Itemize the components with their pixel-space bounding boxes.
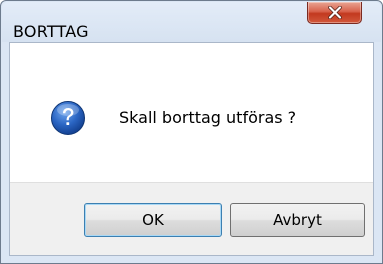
cancel-button[interactable]: Avbryt <box>230 203 365 237</box>
dialog-window: BORTTAG Skall borttag utföras ? OK Avbry… <box>0 0 383 264</box>
message-text: Skall borttag utföras ? <box>119 108 297 127</box>
dialog-content: Skall borttag utföras ? OK Avbryt <box>9 42 374 256</box>
ok-button[interactable]: OK <box>84 203 222 237</box>
message-area: Skall borttag utföras ? <box>10 43 373 182</box>
window-title: BORTTAG <box>13 22 89 41</box>
button-bar: OK Avbryt <box>10 182 373 255</box>
question-icon <box>51 101 85 135</box>
close-x-icon <box>328 6 342 19</box>
close-button[interactable] <box>307 2 362 24</box>
title-bar[interactable]: BORTTAG <box>2 2 381 42</box>
